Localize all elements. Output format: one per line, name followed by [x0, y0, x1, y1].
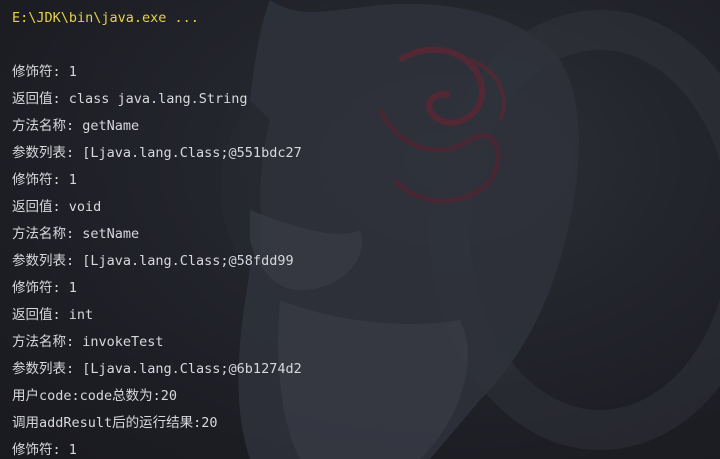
output-line: 方法名称: setName	[12, 226, 140, 242]
console-output-panel[interactable]: E:\JDK\bin\java.exe ... 修饰符: 1 返回值: clas…	[0, 0, 720, 459]
output-line: 方法名称: invokeTest	[12, 334, 164, 350]
output-line: 返回值: void	[12, 199, 102, 215]
console-lines: E:\JDK\bin\java.exe ... 修饰符: 1 返回值: clas…	[12, 8, 720, 459]
output-line: 修饰符: 1	[12, 172, 77, 188]
output-line: 调用addResult后的运行结果:20	[12, 415, 218, 431]
output-line: 修饰符: 1	[12, 280, 77, 296]
output-line: 返回值: class java.lang.String	[12, 91, 248, 107]
output-line: 参数列表: [Ljava.lang.Class;@551bdc27	[12, 145, 302, 161]
output-line: 方法名称: getName	[12, 118, 140, 134]
output-line: 参数列表: [Ljava.lang.Class;@58fdd99	[12, 253, 294, 269]
output-line: 修饰符: 1	[12, 64, 77, 80]
output-line: 返回值: int	[12, 307, 94, 323]
output-line: 用户code:code总数为:20	[12, 388, 178, 404]
command-line: E:\JDK\bin\java.exe ...	[12, 10, 199, 26]
output-line: 修饰符: 1	[12, 442, 77, 458]
output-line: 参数列表: [Ljava.lang.Class;@6b1274d2	[12, 361, 302, 377]
